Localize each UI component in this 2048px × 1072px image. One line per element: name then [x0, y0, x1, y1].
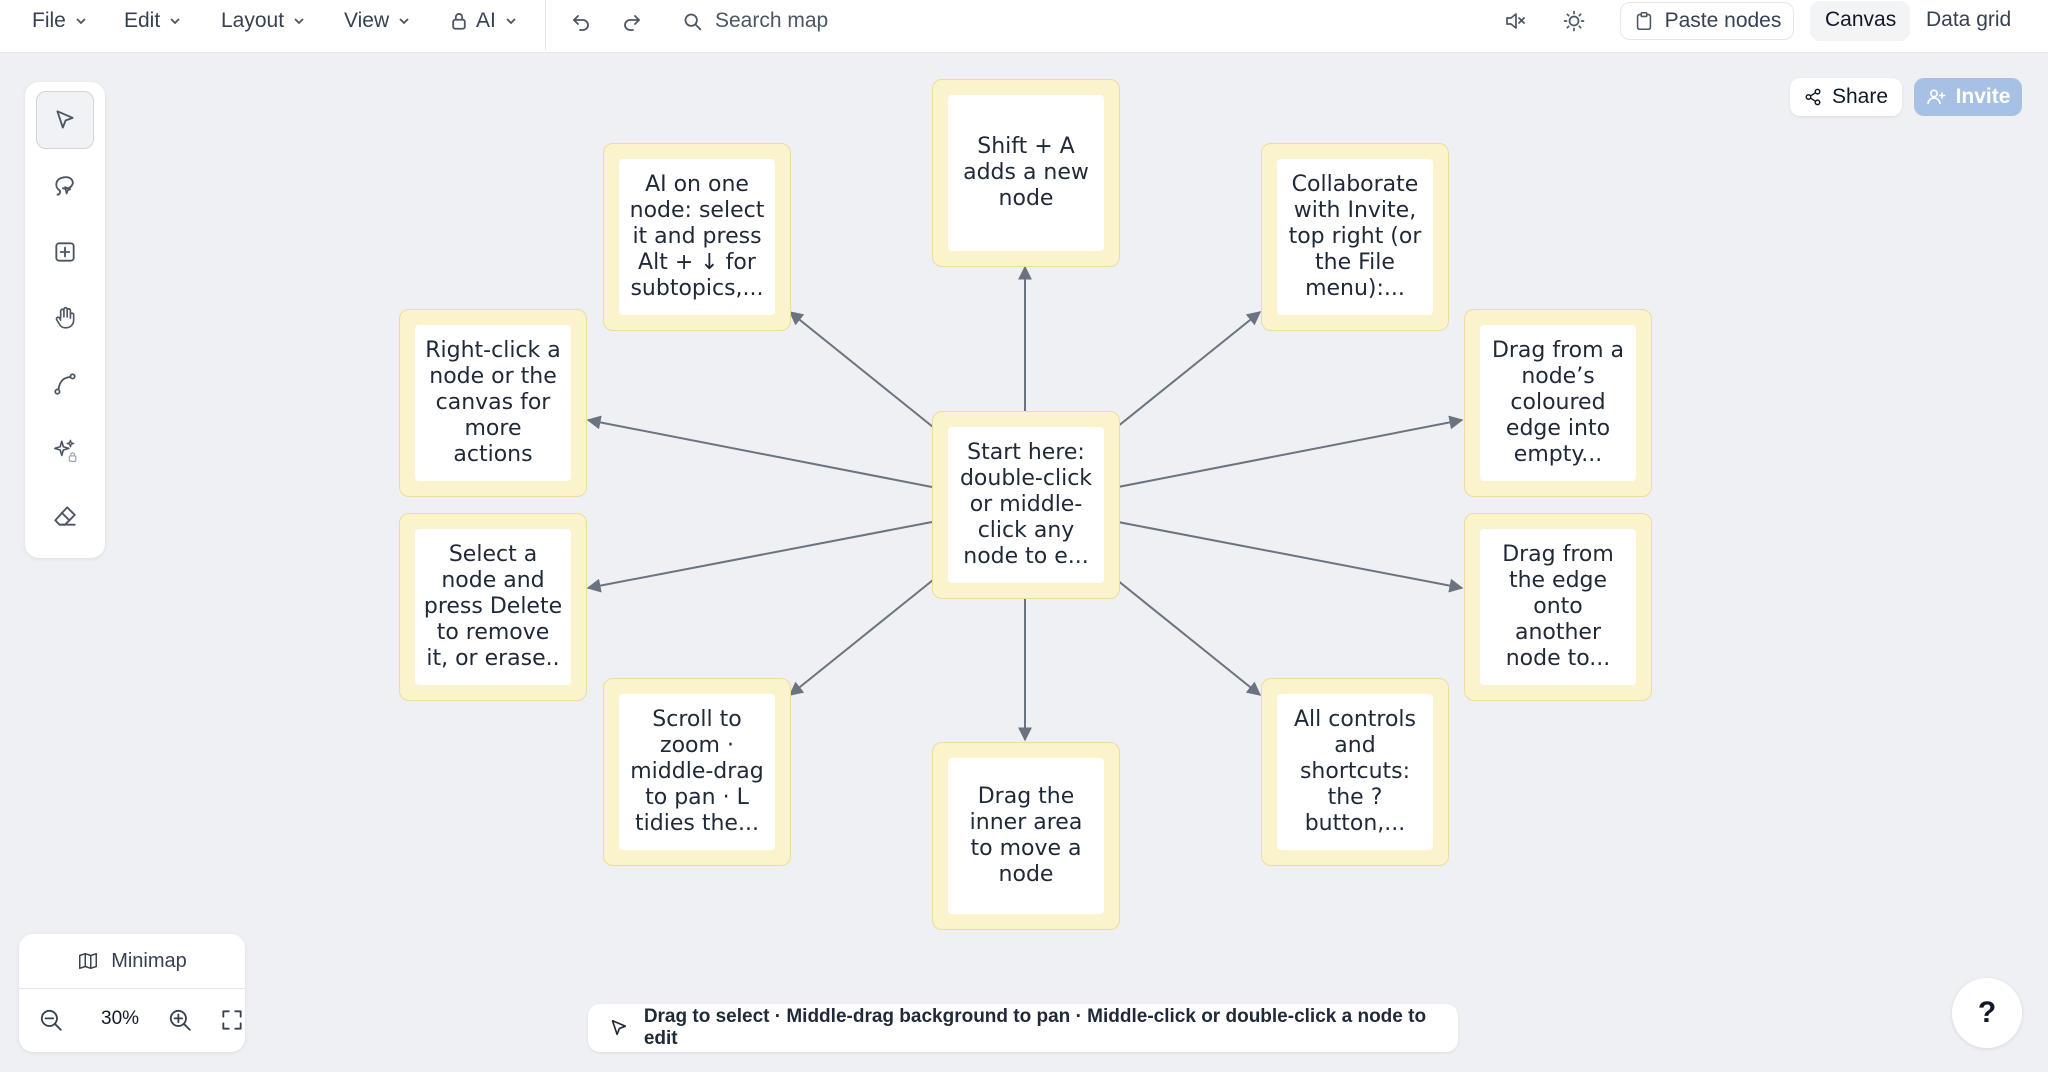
- node-bottom-left[interactable]: Scroll to zoom · middle-drag to pan · L …: [603, 678, 791, 866]
- node-center[interactable]: Start here: double-click or middle-click…: [932, 411, 1120, 599]
- node-bottom-right[interactable]: All controls and shortcuts: the ? button…: [1261, 678, 1449, 866]
- node-top-right-label[interactable]: Collaborate with Invite, top right (or t…: [1277, 159, 1433, 315]
- node-right-upper[interactable]: Drag from a node’s coloured edge into em…: [1464, 309, 1652, 497]
- invite-label: Invite: [1955, 85, 2011, 108]
- node-left-upper[interactable]: Right-click a node or the canvas for mor…: [399, 309, 587, 497]
- share-button[interactable]: Share: [1790, 78, 1902, 116]
- zoom-level: 30%: [101, 1008, 140, 1029]
- node-right-lower[interactable]: Drag from the edge onto another node to.…: [1464, 513, 1652, 701]
- node-right-lower-label[interactable]: Drag from the edge onto another node to.…: [1480, 529, 1636, 685]
- zoom-out-icon: [40, 1009, 62, 1031]
- zoom-out-button[interactable]: [35, 1004, 67, 1036]
- zoom-in-button[interactable]: [164, 1004, 196, 1036]
- node-top[interactable]: Shift + A adds a new node: [932, 79, 1120, 267]
- user-plus-icon: [1926, 89, 1945, 105]
- node-top-left[interactable]: AI on one node: select it and press Alt …: [603, 143, 791, 331]
- status-hint-bar: Drag to select · Middle-drag background …: [588, 1004, 1458, 1052]
- node-right-upper-label[interactable]: Drag from a node’s coloured edge into em…: [1480, 325, 1636, 481]
- node-top-right[interactable]: Collaborate with Invite, top right (or t…: [1261, 143, 1449, 331]
- edge-to-left-upper: [586, 415, 933, 488]
- map-icon: [79, 952, 98, 970]
- edge-to-right-upper: [1117, 415, 1464, 488]
- help-button[interactable]: ?: [1952, 978, 2022, 1048]
- node-top-label[interactable]: Shift + A adds a new node: [948, 95, 1104, 251]
- node-bottom[interactable]: Drag the inner area to move a node: [932, 742, 1120, 930]
- node-left-lower-label[interactable]: Select a node and press Delete to remove…: [415, 529, 571, 685]
- node-left-upper-label[interactable]: Right-click a node or the canvas for mor…: [415, 325, 571, 481]
- share-label: Share: [1831, 85, 1889, 108]
- zoom-controls: 30%: [19, 990, 245, 1052]
- status-hint-text: Drag to select · Middle-drag background …: [643, 1006, 1427, 1049]
- node-bottom-label[interactable]: Drag the inner area to move a node: [948, 758, 1104, 914]
- edge-to-right-lower: [1117, 521, 1464, 593]
- fit-view-button[interactable]: [216, 1004, 248, 1036]
- node-bottom-left-label[interactable]: Scroll to zoom · middle-drag to pan · L …: [619, 694, 775, 850]
- node-center-label[interactable]: Start here: double-click or middle-click…: [948, 427, 1104, 583]
- edge-to-bottom-right: [1116, 579, 1262, 696]
- cursor-arrow-icon: [611, 1019, 627, 1036]
- node-top-left-label[interactable]: AI on one node: select it and press Alt …: [619, 159, 775, 315]
- edge-to-top-left: [788, 311, 934, 428]
- fullscreen-icon: [222, 1010, 242, 1030]
- edge-to-bottom-left: [788, 579, 934, 696]
- minimap-label: Minimap: [111, 949, 187, 972]
- edge-to-left-lower: [586, 521, 933, 593]
- node-left-lower[interactable]: Select a node and press Delete to remove…: [399, 513, 587, 701]
- share-icon: [1805, 88, 1821, 106]
- node-bottom-right-label[interactable]: All controls and shortcuts: the ? button…: [1277, 694, 1433, 850]
- zoom-in-icon: [169, 1009, 191, 1031]
- edge-to-top-right: [1116, 311, 1262, 428]
- minimap-toggle[interactable]: Minimap: [19, 934, 245, 989]
- minimap-panel: Minimap 30%: [19, 934, 245, 1052]
- invite-button[interactable]: Invite: [1914, 78, 2022, 116]
